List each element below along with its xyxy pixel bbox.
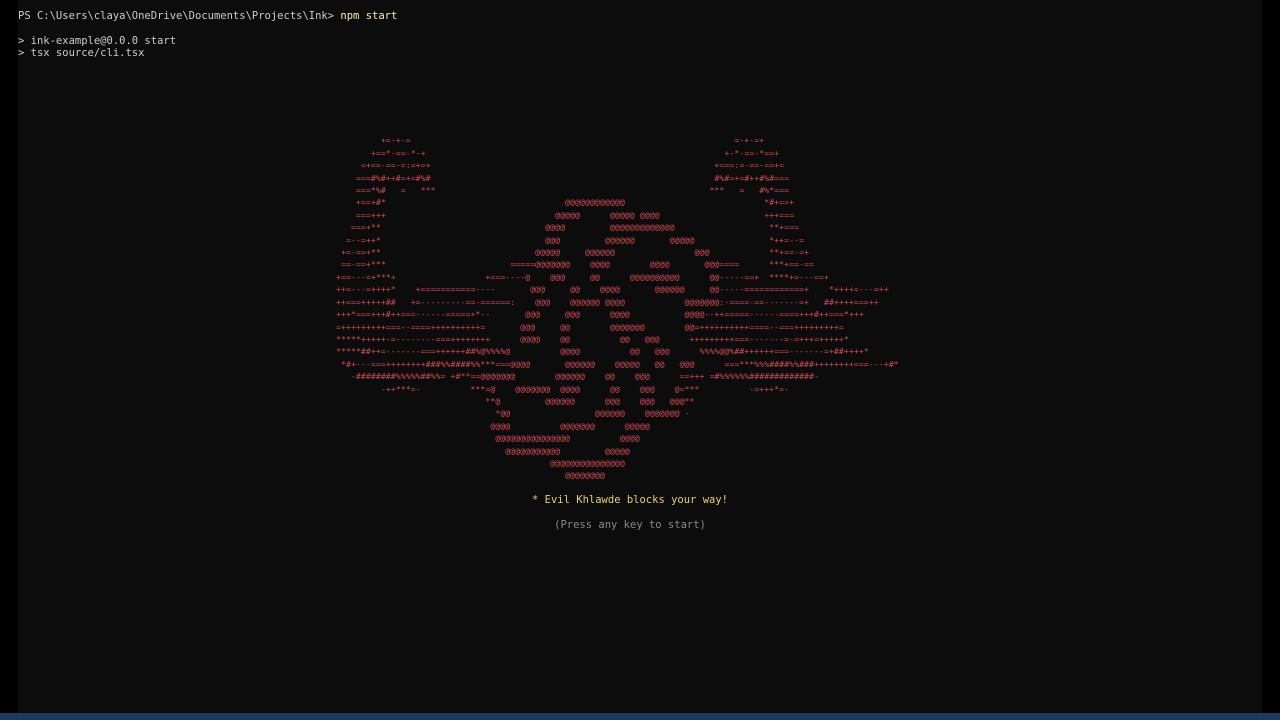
script-output-line: > ink-example@0.0.0 start — [18, 35, 177, 47]
ascii-art-khlawde: +=-+-= =-+-=+ +==*-==-*-+ +-*-==-*==+ =+… — [336, 135, 899, 481]
terminal-window[interactable]: PS C:\Users\claya\OneDrive\Documents\Pro… — [18, 0, 1262, 713]
press-key-hint: (Press any key to start) — [554, 519, 706, 531]
script-output-line: > tsx source/cli.tsx — [18, 47, 145, 59]
taskbar[interactable] — [0, 713, 1280, 720]
prompt-line: PS C:\Users\claya\OneDrive\Documents\Pro… — [18, 10, 397, 22]
prompt-path: PS C:\Users\claya\OneDrive\Documents\Pro… — [18, 10, 335, 22]
encounter-title: * Evil Khlawde blocks your way! — [532, 494, 728, 506]
command-text: npm start — [340, 10, 398, 22]
